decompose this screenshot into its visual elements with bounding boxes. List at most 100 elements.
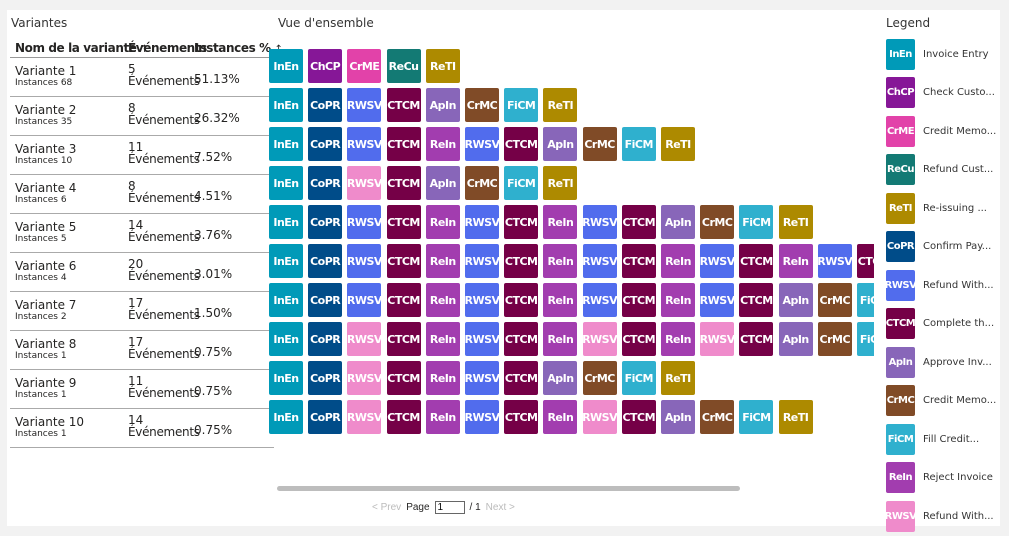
- activity-box-ficm[interactable]: FiCM: [857, 283, 874, 317]
- activity-box-rwsv[interactable]: RWSV: [465, 322, 499, 356]
- activity-box-rein[interactable]: ReIn: [661, 244, 695, 278]
- activity-box-crmc[interactable]: CrMC: [817, 283, 852, 317]
- activity-box-rwsv[interactable]: RWSV: [347, 244, 382, 278]
- activity-box-inen[interactable]: InEn: [269, 322, 303, 356]
- activity-box-reti[interactable]: ReTI: [778, 205, 813, 239]
- activity-box-copr[interactable]: CoPR: [308, 205, 343, 239]
- activity-box-ctcm[interactable]: CTCM: [504, 127, 539, 161]
- activity-box-rein[interactable]: ReIn: [543, 322, 578, 356]
- activity-box-inen[interactable]: InEn: [269, 166, 303, 200]
- activity-box-ctcm[interactable]: CTCM: [739, 244, 774, 278]
- activity-box-rwsv2[interactable]: RWSV: [347, 361, 382, 395]
- activity-box-rein[interactable]: ReIn: [778, 244, 813, 278]
- table-row[interactable]: Variante 2 Instances 35 8 Événements 26.32…: [10, 97, 274, 136]
- vertical-scrollbar[interactable]: [1000, 10, 1009, 526]
- activity-box-apin[interactable]: ApIn: [543, 361, 578, 395]
- activity-box-inen[interactable]: InEn: [269, 400, 303, 434]
- activity-box-rein[interactable]: ReIn: [425, 283, 460, 317]
- activity-box-rein[interactable]: ReIn: [425, 322, 460, 356]
- activity-box-rwsv2[interactable]: RWSV: [347, 400, 382, 434]
- activity-box-rein[interactable]: ReIn: [425, 361, 460, 395]
- activity-box-rwsv2[interactable]: RWSV: [700, 322, 735, 356]
- header-instances[interactable]: Instances % ↑: [194, 41, 283, 55]
- activity-box-apin[interactable]: ApIn: [778, 283, 813, 317]
- activity-box-apin[interactable]: ApIn: [661, 400, 695, 434]
- activity-box-ctcm[interactable]: CTCM: [504, 322, 539, 356]
- activity-box-reti[interactable]: ReTI: [543, 166, 578, 200]
- table-row[interactable]: Variante 8 Instances 1 17 Événements 0.75%: [10, 331, 274, 370]
- activity-box-rwsv[interactable]: RWSV: [347, 205, 382, 239]
- activity-box-rwsv[interactable]: RWSV: [465, 205, 499, 239]
- legend-item[interactable]: ReIn Reject Invoice: [886, 459, 996, 498]
- activity-box-inen[interactable]: InEn: [269, 49, 303, 83]
- legend-item[interactable]: CTCM Complete th...: [886, 305, 996, 344]
- activity-box-ctcm[interactable]: CTCM: [504, 400, 539, 434]
- table-row[interactable]: Variante 3 Instances 10 11 Événements 7.52…: [10, 136, 274, 175]
- activity-box-apin[interactable]: ApIn: [425, 166, 460, 200]
- activity-box-rein[interactable]: ReIn: [543, 205, 578, 239]
- table-row[interactable]: Variante 7 Instances 2 17 Événements 1.50%: [10, 292, 274, 331]
- activity-box-ficm[interactable]: FiCM: [621, 361, 656, 395]
- activity-box-ctcm[interactable]: CTCM: [504, 244, 539, 278]
- activity-box-rwsv2[interactable]: RWSV: [582, 322, 617, 356]
- activity-box-ficm[interactable]: FiCM: [504, 88, 539, 122]
- legend-item[interactable]: CrME Credit Memo...: [886, 112, 996, 151]
- activity-box-rein[interactable]: ReIn: [661, 283, 695, 317]
- prev-page-button[interactable]: < Prev: [372, 502, 401, 513]
- legend-item[interactable]: CrMC Credit Memo...: [886, 382, 996, 421]
- activity-box-inen[interactable]: InEn: [269, 361, 303, 395]
- activity-box-ctcm[interactable]: CTCM: [621, 283, 656, 317]
- page-number-input[interactable]: [434, 501, 465, 514]
- activity-box-crme[interactable]: CrME: [347, 49, 382, 83]
- activity-box-ctcm[interactable]: CTCM: [386, 283, 421, 317]
- legend-item[interactable]: ReCu Refund Cust...: [886, 151, 996, 190]
- activity-box-apin[interactable]: ApIn: [543, 127, 578, 161]
- activity-box-crmc[interactable]: CrMC: [582, 361, 617, 395]
- activity-box-crmc[interactable]: CrMC: [817, 322, 852, 356]
- activity-box-copr[interactable]: CoPR: [308, 166, 343, 200]
- activity-box-recu[interactable]: ReCu: [386, 49, 421, 83]
- activity-box-copr[interactable]: CoPR: [308, 283, 343, 317]
- activity-box-copr[interactable]: CoPR: [308, 88, 343, 122]
- activity-box-reti[interactable]: ReTI: [661, 127, 695, 161]
- activity-box-ctcm[interactable]: CTCM: [386, 322, 421, 356]
- activity-box-crmc[interactable]: CrMC: [465, 166, 499, 200]
- activity-box-crmc[interactable]: CrMC: [700, 205, 735, 239]
- header-events[interactable]: Événements: [128, 41, 207, 55]
- activity-box-ctcm[interactable]: CTCM: [386, 88, 421, 122]
- table-row[interactable]: Variante 9 Instances 1 11 Événements 0.75%: [10, 370, 274, 409]
- activity-box-copr[interactable]: CoPR: [308, 244, 343, 278]
- table-row[interactable]: Variante 6 Instances 4 20 Événements 3.01%: [10, 253, 274, 292]
- activity-box-ctcm[interactable]: CTCM: [621, 205, 656, 239]
- activity-box-ctcm[interactable]: CTCM: [386, 400, 421, 434]
- activity-box-rein[interactable]: ReIn: [425, 205, 460, 239]
- activity-box-inen[interactable]: InEn: [269, 205, 303, 239]
- activity-box-ctcm[interactable]: CTCM: [504, 283, 539, 317]
- activity-box-rwsv[interactable]: RWSV: [465, 361, 499, 395]
- activity-box-reti[interactable]: ReTI: [778, 400, 813, 434]
- activity-box-chcp[interactable]: ChCP: [308, 49, 343, 83]
- next-page-button[interactable]: Next >: [486, 502, 515, 513]
- legend-item[interactable]: CoPR Confirm Pay...: [886, 228, 996, 267]
- activity-box-rwsv[interactable]: RWSV: [465, 283, 499, 317]
- activity-box-inen[interactable]: InEn: [269, 88, 303, 122]
- activity-box-rwsv[interactable]: RWSV: [582, 283, 617, 317]
- table-row[interactable]: Variante 5 Instances 5 14 Événements 3.76%: [10, 214, 274, 253]
- activity-box-ctcm[interactable]: CTCM: [621, 244, 656, 278]
- variants-overview-chart[interactable]: InEn ChCP CrME ReCu ReTI InEn CoPR RWSV CTCM ApIn…: [269, 47, 874, 437]
- activity-box-inen[interactable]: InEn: [269, 244, 303, 278]
- activity-box-rwsv[interactable]: RWSV: [465, 127, 499, 161]
- activity-box-rein[interactable]: ReIn: [543, 400, 578, 434]
- activity-box-rwsv2[interactable]: RWSV: [347, 166, 382, 200]
- activity-box-rein[interactable]: ReIn: [661, 322, 695, 356]
- activity-box-ficm[interactable]: FiCM: [739, 400, 774, 434]
- activity-box-crmc[interactable]: CrMC: [582, 127, 617, 161]
- activity-box-ctcm[interactable]: CTCM: [504, 361, 539, 395]
- activity-box-rwsv[interactable]: RWSV: [817, 244, 852, 278]
- activity-box-ficm[interactable]: FiCM: [504, 166, 539, 200]
- activity-box-crmc[interactable]: CrMC: [465, 88, 499, 122]
- activity-box-rein[interactable]: ReIn: [425, 244, 460, 278]
- activity-box-reti[interactable]: ReTI: [661, 361, 695, 395]
- activity-box-ctcm[interactable]: CTCM: [621, 400, 656, 434]
- activity-box-ctcm[interactable]: CTCM: [504, 205, 539, 239]
